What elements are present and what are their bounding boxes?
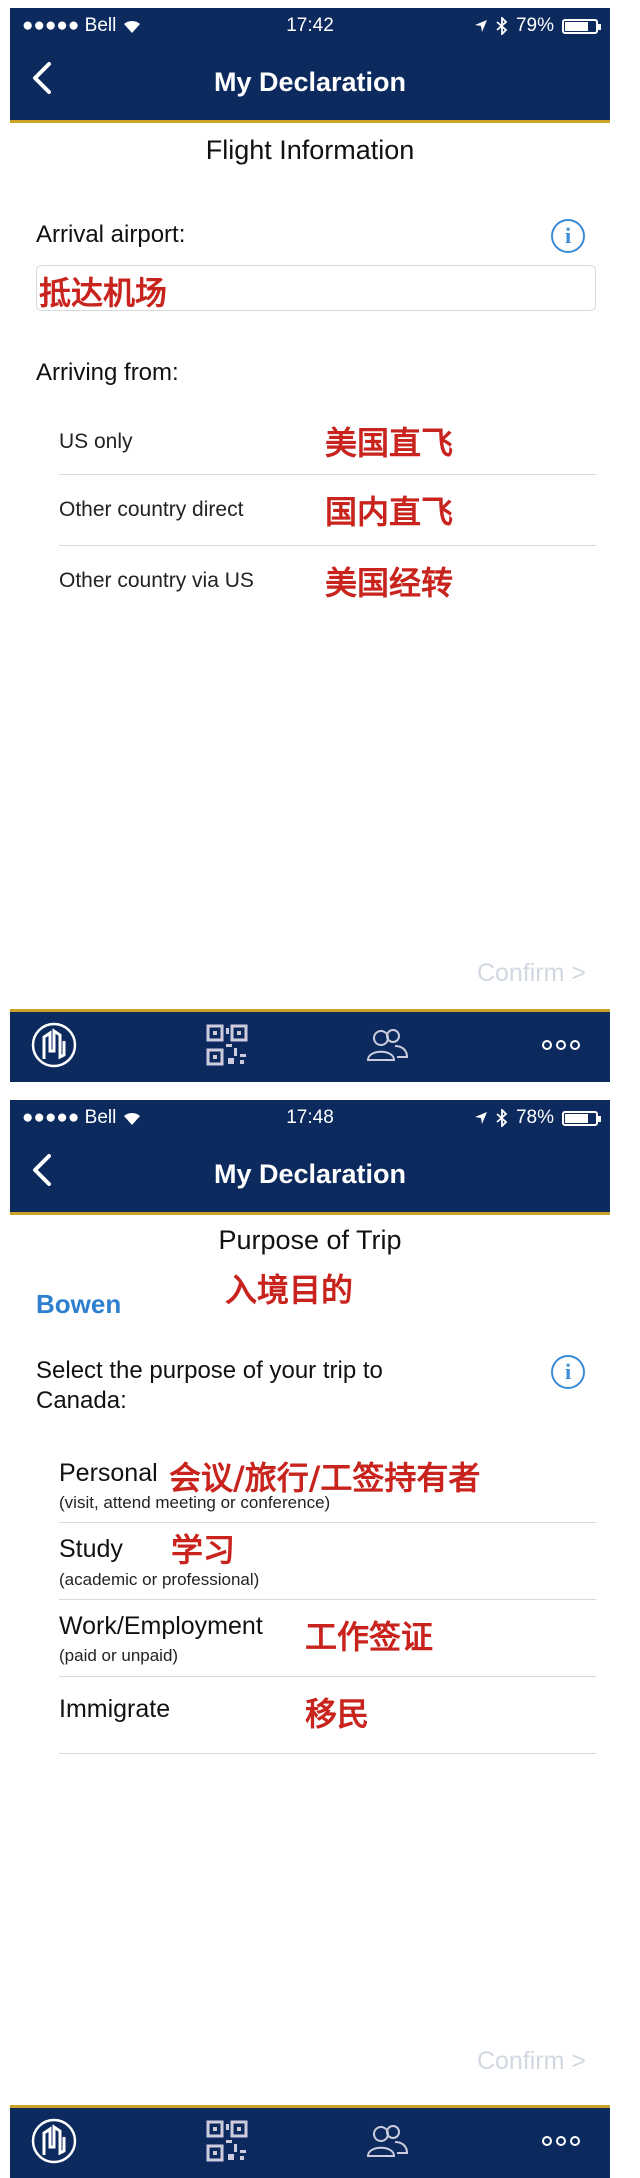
arriving-from-label: Arriving from: xyxy=(36,359,179,386)
section-annotation: 入境目的 xyxy=(225,1271,354,1309)
option-label: US only xyxy=(59,430,133,453)
content-area: Flight Information Arrival airport: i 抵达… xyxy=(10,123,610,1082)
wifi-icon xyxy=(124,20,141,33)
purpose-sublabel: (paid or unpaid) xyxy=(59,1646,179,1665)
tab-qr-code[interactable] xyxy=(202,2116,252,2166)
people-icon xyxy=(366,2125,409,2157)
more-icon xyxy=(542,2136,580,2146)
qr-code-icon xyxy=(206,1024,248,1066)
bluetooth-icon xyxy=(496,1109,508,1127)
option-label: Other country direct xyxy=(59,498,244,521)
option-annotation: 美国经转 xyxy=(325,564,454,602)
option-annotation: 国内直飞 xyxy=(325,493,454,531)
status-bar: ●●●●● Bell 17:48 78% xyxy=(10,1100,610,1136)
purpose-label: Personal xyxy=(59,1459,158,1487)
option-us-only[interactable]: US only 美国直飞 xyxy=(59,408,596,475)
battery-fill xyxy=(565,21,589,31)
tab-qr-code[interactable] xyxy=(202,1020,252,1070)
tab-home[interactable] xyxy=(28,1020,80,1070)
arrival-airport-input[interactable]: 抵达机场 xyxy=(36,265,596,312)
tab-people[interactable] xyxy=(362,1020,412,1070)
purpose-annotation: 工作签证 xyxy=(305,1618,434,1656)
purpose-immigrate[interactable]: Immigrate 移民 xyxy=(59,1677,596,1754)
purpose-annotation: 移民 xyxy=(305,1695,370,1733)
info-icon[interactable]: i xyxy=(551,219,585,253)
battery-percent: 79% xyxy=(515,15,554,36)
purpose-work-employment[interactable]: Work/Employment (paid or unpaid) 工作签证 xyxy=(59,1600,596,1677)
info-icon[interactable]: i xyxy=(551,1355,585,1389)
arrival-airport-annotation: 抵达机场 xyxy=(39,274,168,312)
location-icon xyxy=(474,1112,487,1124)
cbsa-logo-icon xyxy=(31,1022,77,1068)
status-bar: ●●●●● Bell 17:42 79% xyxy=(10,8,610,44)
location-icon xyxy=(474,20,487,32)
section-title: Purpose of Trip xyxy=(218,1225,402,1255)
wifi-icon xyxy=(124,1112,141,1125)
nav-bar: My Declaration xyxy=(10,44,610,123)
purpose-label: Immigrate xyxy=(59,1695,171,1723)
tab-bar xyxy=(10,1009,610,1082)
back-button[interactable] xyxy=(22,58,62,98)
tab-home[interactable] xyxy=(28,2116,80,2166)
purpose-question-line2: Canada: xyxy=(36,1387,127,1414)
tab-more[interactable] xyxy=(536,2116,586,2166)
chevron-left-icon xyxy=(33,1154,51,1186)
tab-people[interactable] xyxy=(362,2116,412,2166)
more-icon xyxy=(542,1040,580,1050)
flight-information-screen: ●●●●● Bell 17:42 79% My Declaration Flig… xyxy=(10,8,610,1082)
purpose-annotation: 学习 xyxy=(171,1531,236,1569)
confirm-button[interactable]: Confirm > xyxy=(477,959,586,988)
purpose-label: Work/Employment xyxy=(59,1612,263,1640)
bluetooth-icon xyxy=(496,17,508,35)
carrier-label: ●●●●● Bell xyxy=(22,1107,117,1128)
people-icon xyxy=(366,1029,409,1061)
qr-code-icon xyxy=(206,2120,248,2162)
content-area: Purpose of Trip 入境目的 Bowen Select the pu… xyxy=(10,1215,610,2178)
battery-percent: 78% xyxy=(515,1107,554,1128)
tab-more[interactable] xyxy=(536,1020,586,1070)
purpose-personal[interactable]: Personal (visit, attend meeting or confe… xyxy=(59,1447,596,1523)
purpose-annotation: 会议/旅行/工签持有者 xyxy=(169,1459,481,1497)
nav-title: My Declaration xyxy=(213,66,407,97)
purpose-sublabel: (academic or professional) xyxy=(59,1570,260,1589)
purpose-question-line1: Select the purpose of your trip to xyxy=(36,1357,383,1384)
nav-title: My Declaration xyxy=(213,1158,407,1189)
purpose-label: Study xyxy=(59,1535,123,1563)
option-other-country-via-us[interactable]: Other country via US 美国经转 xyxy=(59,546,596,615)
carrier-label: ●●●●● Bell xyxy=(22,15,117,36)
purpose-of-trip-screen: ●●●●● Bell 17:48 78% My Declaration Purp… xyxy=(10,1100,610,2178)
nav-bar: My Declaration xyxy=(10,1136,610,1215)
traveller-name[interactable]: Bowen xyxy=(36,1289,121,1320)
option-other-country-direct[interactable]: Other country direct 国内直飞 xyxy=(59,475,596,546)
option-annotation: 美国直飞 xyxy=(325,424,454,462)
arrival-airport-label: Arrival airport: xyxy=(36,221,186,248)
section-title: Flight Information xyxy=(205,135,415,165)
battery-icon xyxy=(562,1110,601,1126)
confirm-button[interactable]: Confirm > xyxy=(477,2047,586,2076)
chevron-left-icon xyxy=(33,62,51,94)
back-button[interactable] xyxy=(22,1150,62,1190)
cbsa-logo-icon xyxy=(31,2118,77,2164)
battery-fill xyxy=(565,1113,588,1123)
purpose-study[interactable]: Study (academic or professional) 学习 xyxy=(59,1523,596,1600)
tab-bar xyxy=(10,2105,610,2178)
battery-icon xyxy=(562,18,601,34)
option-label: Other country via US xyxy=(59,569,254,592)
